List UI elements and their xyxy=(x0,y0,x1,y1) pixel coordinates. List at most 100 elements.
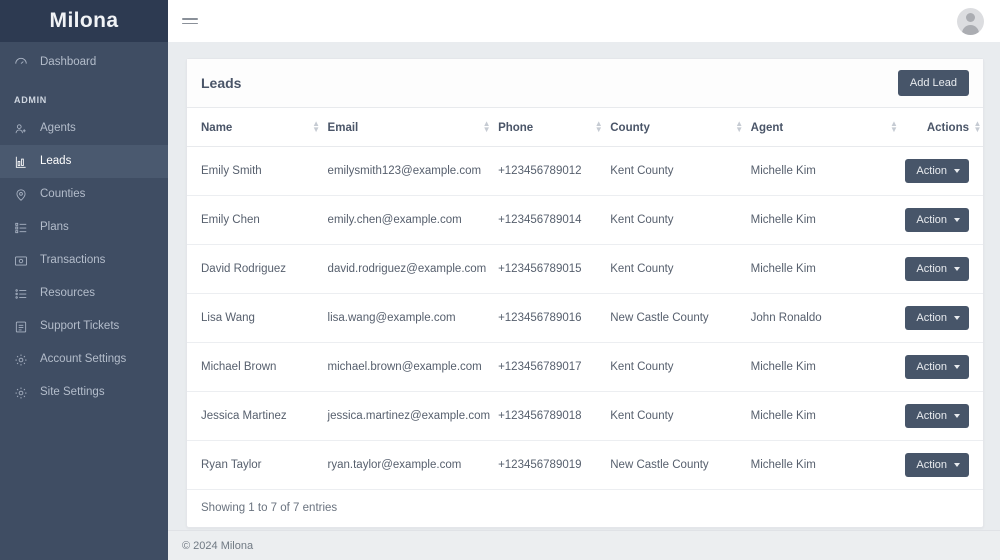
action-button-label: Action xyxy=(916,361,947,373)
action-dropdown-button[interactable]: Action xyxy=(905,159,969,183)
sidebar-item-label: Agents xyxy=(40,121,76,134)
action-dropdown-button[interactable]: Action xyxy=(905,453,969,477)
column-label: Email xyxy=(327,122,359,134)
cell-actions: Action xyxy=(905,342,983,392)
cell-email: jessica.martinez@example.com xyxy=(327,391,499,441)
column-header-email[interactable]: Email ▲ ▼ xyxy=(327,108,499,147)
table-row: Jessica Martinez jessica.martinez@example… xyxy=(187,391,983,441)
column-header-name[interactable]: Name ▲ ▼ xyxy=(187,108,328,147)
action-dropdown-button[interactable]: Action xyxy=(905,355,969,379)
sort-icon[interactable]: ▲ ▼ xyxy=(312,120,320,134)
sidebar-item-dashboard[interactable]: Dashboard xyxy=(0,46,168,79)
sort-icon[interactable]: ▲ ▼ xyxy=(595,120,603,134)
action-button-label: Action xyxy=(916,165,947,177)
cell-phone: +123456789015 xyxy=(498,244,611,294)
table-body: Emily Smith emilysmith123@example.com +123… xyxy=(187,146,983,490)
sort-icon[interactable]: ▲ ▼ xyxy=(890,120,898,134)
sidebar-item-account-settings[interactable]: Account Settings xyxy=(0,343,168,376)
gear-icon xyxy=(14,353,40,367)
table-header-row: Name ▲ ▼ Email ▲ ▼ Phone ▲ ▼ County ▲ ▼ … xyxy=(187,108,983,147)
sidebar-item-support-tickets[interactable]: Support Tickets xyxy=(0,310,168,343)
cell-phone: +123456789014 xyxy=(498,195,611,245)
cell-phone: +123456789019 xyxy=(498,440,611,490)
cell-email: david.rodriguez@example.com xyxy=(327,244,499,294)
gear-icon xyxy=(14,386,40,400)
action-button-label: Action xyxy=(916,312,947,324)
sidebar-item-label: Support Tickets xyxy=(40,319,120,332)
cell-agent: Michelle Kim xyxy=(750,195,906,245)
action-dropdown-button[interactable]: Action xyxy=(905,208,969,232)
sidebar-item-plans[interactable]: Plans xyxy=(0,211,168,244)
cell-county: Kent County xyxy=(610,146,751,196)
cell-name: Emily Smith xyxy=(187,146,328,196)
cell-agent: Michelle Kim xyxy=(750,440,906,490)
cell-email: lisa.wang@example.com xyxy=(327,293,499,343)
main-area: Leads Add Lead Name ▲ ▼ Email ▲ ▼ Phone … xyxy=(168,0,1000,560)
sidebar-item-leads[interactable]: Leads xyxy=(0,145,168,178)
cell-actions: Action xyxy=(905,195,983,245)
list-checks-icon xyxy=(14,221,40,235)
sidebar-nav: Dashboard ADMIN Agents Leads Counties Pl… xyxy=(0,42,168,409)
sort-icon[interactable]: ▲ ▼ xyxy=(974,120,982,134)
map-pin-icon xyxy=(14,188,40,202)
column-header-county[interactable]: County ▲ ▼ xyxy=(610,108,751,147)
cell-actions: Action xyxy=(905,440,983,490)
chevron-down-icon xyxy=(954,414,960,418)
action-dropdown-button[interactable]: Action xyxy=(905,257,969,281)
action-button-label: Action xyxy=(916,214,947,226)
sidebar-item-transactions[interactable]: Transactions xyxy=(0,244,168,277)
sidebar-item-site-settings[interactable]: Site Settings xyxy=(0,376,168,409)
action-dropdown-button[interactable]: Action xyxy=(905,404,969,428)
chevron-down-icon xyxy=(954,463,960,467)
cell-county: Kent County xyxy=(610,391,751,441)
sidebar-item-agents[interactable]: Agents xyxy=(0,112,168,145)
column-header-phone[interactable]: Phone ▲ ▼ xyxy=(498,108,611,147)
column-label: Name xyxy=(201,122,233,134)
chevron-down-icon xyxy=(954,218,960,222)
cell-agent: Michelle Kim xyxy=(750,342,906,392)
bar-chart-icon xyxy=(14,155,40,169)
user-avatar-icon[interactable] xyxy=(957,7,984,35)
brand-logo[interactable]: Milona xyxy=(0,0,168,42)
column-header-actions[interactable]: Actions ▲ ▼ xyxy=(905,108,983,147)
copyright-text: © 2024 Milona xyxy=(182,539,254,552)
column-label: Phone xyxy=(498,122,534,134)
cell-name: Ryan Taylor xyxy=(187,440,328,490)
cell-name: David Rodriguez xyxy=(187,244,328,294)
sidebar-item-resources[interactable]: Resources xyxy=(0,277,168,310)
app-root: Milona Dashboard ADMIN Agents Leads Coun… xyxy=(0,0,1000,560)
sidebar-item-label: Resources xyxy=(40,286,95,299)
cell-email: ryan.taylor@example.com xyxy=(327,440,499,490)
sidebar-item-label: Leads xyxy=(40,154,72,167)
cell-email: emilysmith123@example.com xyxy=(327,146,499,196)
column-header-agent[interactable]: Agent ▲ ▼ xyxy=(750,108,906,147)
sidebar-item-counties[interactable]: Counties xyxy=(0,178,168,211)
cell-agent: Michelle Kim xyxy=(750,244,906,294)
action-button-label: Action xyxy=(916,263,947,275)
table-head: Name ▲ ▼ Email ▲ ▼ Phone ▲ ▼ County ▲ ▼ … xyxy=(187,108,983,147)
cell-county: New Castle County xyxy=(610,293,751,343)
sort-icon[interactable]: ▲ ▼ xyxy=(735,120,743,134)
cell-agent: Michelle Kim xyxy=(750,146,906,196)
column-label: County xyxy=(610,122,650,134)
top-bar xyxy=(168,0,1000,42)
hamburger-icon[interactable] xyxy=(182,15,198,27)
sort-icon[interactable]: ▲ ▼ xyxy=(483,120,491,134)
table-row: Michael Brown michael.brown@example.com +1… xyxy=(187,342,983,392)
action-dropdown-button[interactable]: Action xyxy=(905,306,969,330)
cell-actions: Action xyxy=(905,146,983,196)
cell-phone: +123456789018 xyxy=(498,391,611,441)
page-footer: © 2024 Milona xyxy=(168,530,1000,560)
cell-name: Lisa Wang xyxy=(187,293,328,343)
add-lead-button[interactable]: Add Lead xyxy=(897,70,969,96)
chevron-down-icon xyxy=(954,267,960,271)
cell-email: emily.chen@example.com xyxy=(327,195,499,245)
table-row: David Rodriguez david.rodriguez@example.c… xyxy=(187,244,983,294)
cell-actions: Action xyxy=(905,293,983,343)
leads-card: Leads Add Lead Name ▲ ▼ Email ▲ ▼ Phone … xyxy=(186,58,984,528)
cell-actions: Action xyxy=(905,244,983,294)
table-entry-count: Showing 1 to 7 of 7 entries xyxy=(201,502,338,514)
leads-table: Name ▲ ▼ Email ▲ ▼ Phone ▲ ▼ County ▲ ▼ … xyxy=(187,108,983,490)
sidebar-section-label: ADMIN xyxy=(14,95,47,105)
cell-agent: Michelle Kim xyxy=(750,391,906,441)
